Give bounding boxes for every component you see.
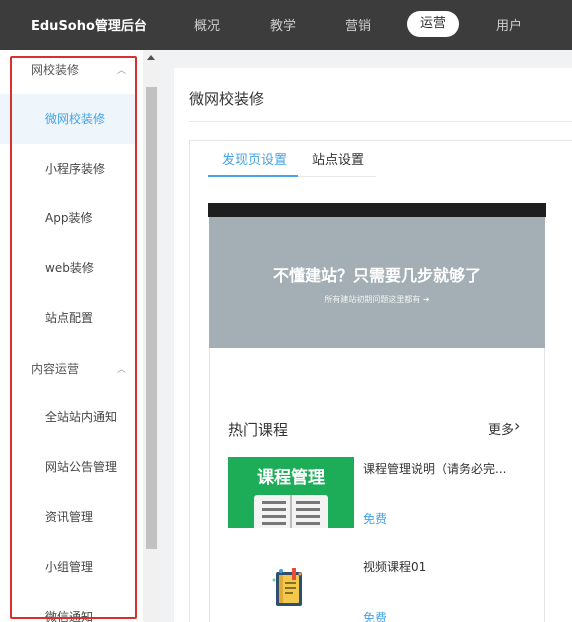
course-title[interactable]: 视频课程01 [363, 558, 426, 575]
course-title[interactable]: 课程管理说明（请务必完... [363, 460, 523, 477]
sidebar-item-site-notifications[interactable]: 全站站内通知 [0, 392, 135, 442]
sidebar-item-label: web装修 [45, 261, 94, 275]
course-price: 免费 [363, 611, 388, 622]
chevron-right-icon[interactable]: › [514, 416, 520, 435]
sidebar-item-micro-site-decoration[interactable]: 微网校装修 [0, 94, 135, 144]
sidebar-item-label: 微信通知 [45, 610, 94, 622]
sidebar-item-groups[interactable]: 小组管理 [0, 542, 135, 592]
nav-teaching[interactable]: 教学 [270, 15, 296, 34]
chevron-up-icon[interactable]: ︿ [117, 63, 126, 76]
sidebar-item-mini-program-decoration[interactable]: 小程序装修 [0, 144, 135, 194]
sidebar-item-label: 站点配置 [45, 311, 94, 325]
scrollbar-thumb[interactable] [146, 87, 157, 549]
banner-title: 不懂建站？只需要几步就够了 [272, 266, 481, 285]
open-book-icon [254, 495, 328, 528]
sidebar-item-site-config[interactable]: 站点配置 [0, 293, 135, 343]
scroll-up-arrow-icon[interactable] [147, 55, 155, 60]
sidebar-item-label: App装修 [45, 211, 93, 225]
sidebar-item-news[interactable]: 资讯管理 [0, 492, 135, 542]
more-link[interactable]: 更多 [488, 419, 514, 438]
sidebar-item-label: 网站公告管理 [45, 460, 118, 474]
page-title: 微网校装修 [189, 90, 265, 108]
phone-status-bar [208, 203, 546, 217]
course-price: 免费 [363, 512, 388, 526]
nav-operations[interactable]: 运营 [407, 11, 460, 37]
nav-users[interactable]: 用户 [496, 15, 522, 34]
sidebar-item-label: 小组管理 [45, 560, 94, 574]
sidebar-item-label: 小程序装修 [45, 162, 106, 176]
nav-overview[interactable]: 概况 [194, 15, 220, 34]
sidebar-item-label: 微网校装修 [45, 112, 106, 126]
sidebar-item-wechat-notifications[interactable]: 微信通知 [0, 592, 135, 622]
tab-discovery-settings[interactable]: 发现页设置 [222, 149, 287, 168]
nav-marketing[interactable]: 营销 [345, 15, 371, 34]
sidebar-group-site-decoration[interactable]: 网校装修 [31, 61, 79, 78]
divider [298, 176, 376, 177]
divider [189, 121, 572, 122]
thumbnail-text: 课程管理 [257, 468, 325, 488]
sidebar: 网校装修 ︿ 微网校装修 小程序装修 App装修 web装修 站点配置 内容运营… [0, 50, 143, 622]
sidebar-item-web-decoration[interactable]: web装修 [0, 243, 135, 293]
book-icon[interactable] [270, 566, 306, 610]
active-tab-indicator [208, 175, 298, 177]
tab-site-settings[interactable]: 站点设置 [312, 149, 364, 168]
chevron-up-icon[interactable]: ︿ [117, 362, 126, 375]
sidebar-item-app-decoration[interactable]: App装修 [0, 193, 135, 243]
sidebar-item-announcements[interactable]: 网站公告管理 [0, 442, 135, 492]
section-title: 热门课程 [228, 421, 289, 439]
sidebar-item-label: 全站站内通知 [45, 410, 118, 424]
banner-subtitle: 所有建站初期问题这里都有 ➜ [324, 295, 430, 304]
top-nav-bar: EduSoho管理后台 概况 教学 营销 运营 用户 [0, 0, 572, 50]
sidebar-group-content-operations[interactable]: 内容运营 [31, 360, 79, 377]
sidebar-item-label: 资讯管理 [45, 510, 94, 524]
brand-title[interactable]: EduSoho管理后台 [31, 15, 147, 34]
course-thumbnail[interactable]: 课程管理 [228, 457, 354, 528]
